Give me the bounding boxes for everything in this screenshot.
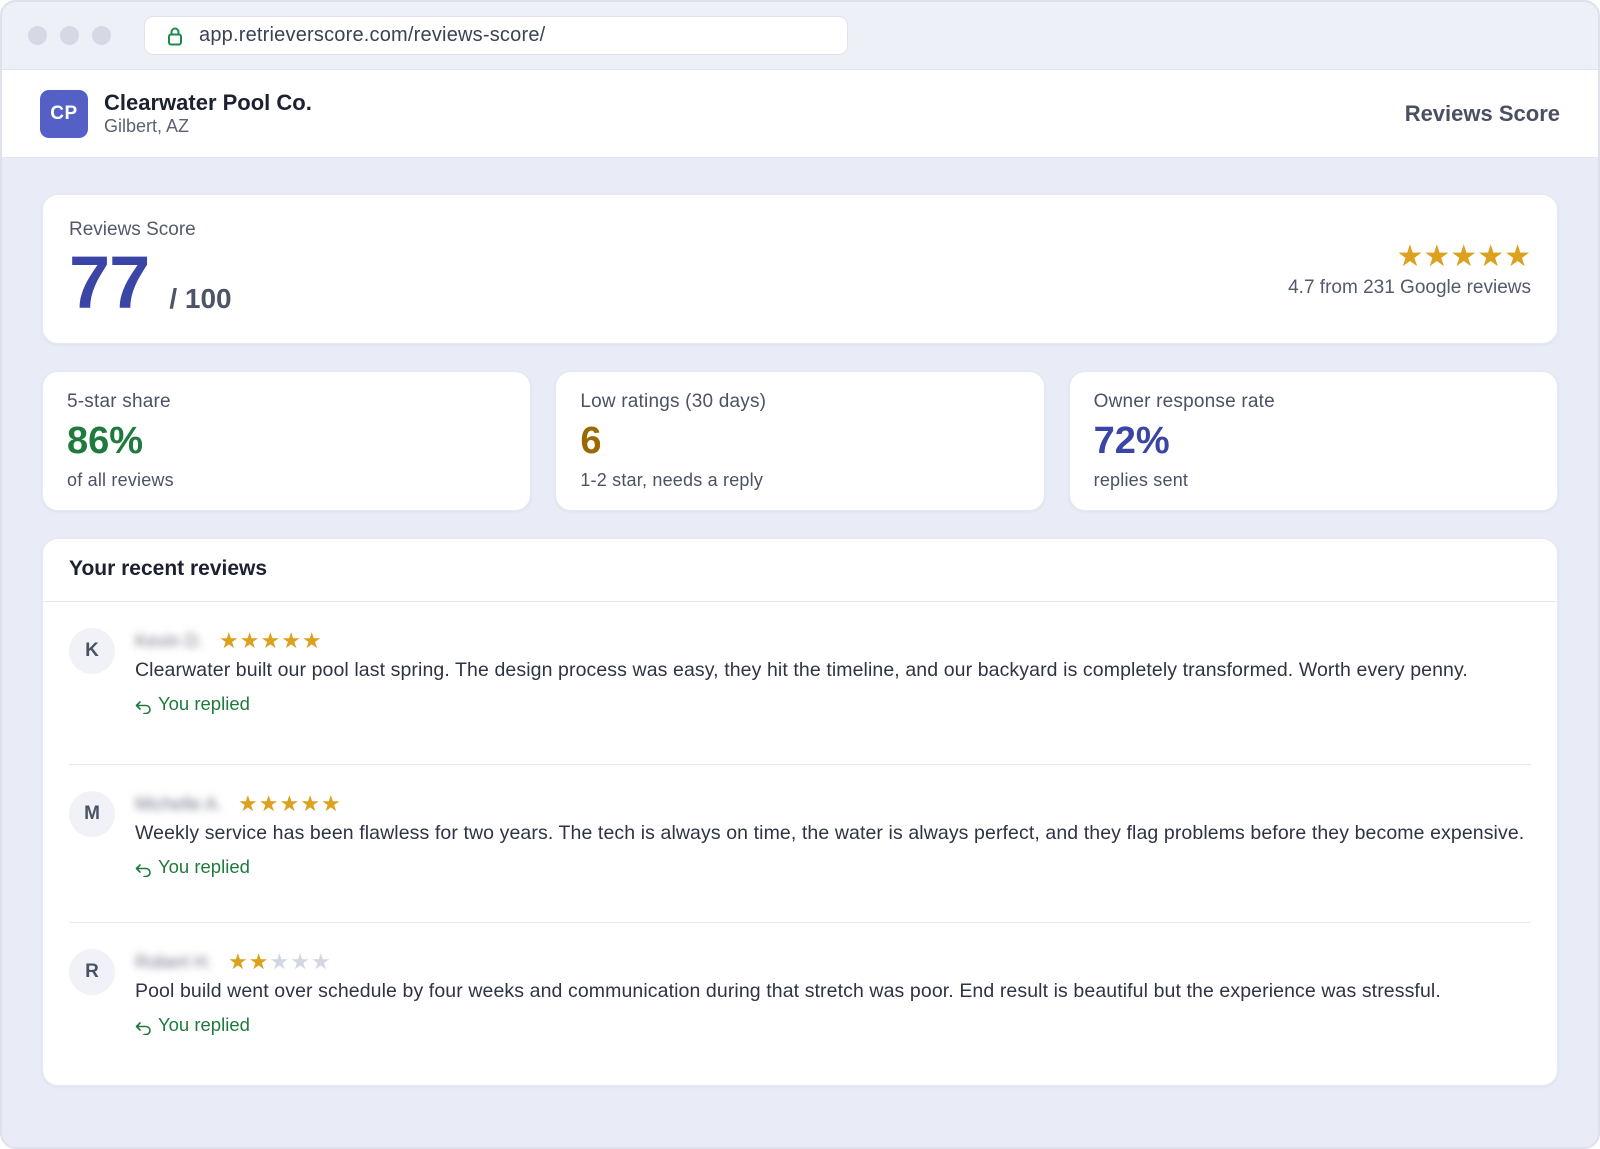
kpi-subtext: replies sent xyxy=(1093,470,1189,490)
review-header: Kevin D. ★★★★★ xyxy=(135,628,1531,654)
replied-status[interactable]: You replied xyxy=(135,692,1531,716)
browser-toolbar: app.retrieverscore.com/reviews-score/ xyxy=(2,2,1598,70)
browser-window: app.retrieverscore.com/reviews-score/ CP… xyxy=(0,0,1600,1149)
window-maximize-dot[interactable] xyxy=(92,26,111,45)
kpi-label: Low ratings (30 days) xyxy=(580,391,767,412)
reviewer-avatar: K xyxy=(69,628,115,674)
reviewer-name: Kevin D. xyxy=(135,630,204,651)
kpi-value: 6 xyxy=(580,420,602,462)
kpi-low-ratings: Low ratings (30 days) 6 1-2 star, needs … xyxy=(555,371,1045,511)
address-bar[interactable]: app.retrieverscore.com/reviews-score/ xyxy=(144,16,848,55)
replied-status[interactable]: You replied xyxy=(135,1013,1531,1037)
replied-label: You replied xyxy=(158,856,250,877)
reply-arrow-icon xyxy=(135,697,152,715)
business-brand: CP Clearwater Pool Co. Gilbert, AZ xyxy=(40,89,312,138)
kpi-five-star-share: 5-star share 86% of all reviews xyxy=(42,371,532,511)
kpi-value: 72% xyxy=(1093,420,1170,462)
kpi-row: 5-star share 86% of all reviews Low rati… xyxy=(42,371,1558,511)
rating-summary: 4.7 from 231 Google reviews xyxy=(1288,277,1531,298)
google-rating: ★★★★★ 4.7 from 231 Google reviews xyxy=(1288,241,1531,299)
main-content: Reviews Score 77 / 100 ★★★★★ 4.7 from 23… xyxy=(2,158,1598,1086)
review-stars-icon: ★★★★★ xyxy=(219,628,323,653)
recent-reviews-title: Your recent reviews xyxy=(43,539,1557,602)
kpi-label: Owner response rate xyxy=(1093,391,1275,412)
review-text: Pool build went over schedule by four we… xyxy=(135,980,1441,1002)
replied-status[interactable]: You replied xyxy=(135,855,1531,879)
reviewer-name: Michelle A. xyxy=(135,793,223,814)
score-card: Reviews Score 77 / 100 ★★★★★ 4.7 from 23… xyxy=(42,194,1558,344)
review-header: Robert H. ★★★★★ xyxy=(135,949,1531,975)
business-logo: CP xyxy=(40,89,88,138)
window-close-dot[interactable] xyxy=(28,26,47,45)
review-body: Robert H. ★★★★★ Pool build went over sch… xyxy=(135,949,1531,1037)
score-value: 77 xyxy=(69,241,150,324)
business-location: Gilbert, AZ xyxy=(104,116,190,136)
reviewer-name: Robert H. xyxy=(135,951,213,972)
reply-arrow-icon xyxy=(135,860,152,878)
kpi-value: 86% xyxy=(67,420,144,462)
review-body: Michelle A. ★★★★★ Weekly service has bee… xyxy=(135,791,1531,922)
reviewer-avatar: R xyxy=(69,949,115,995)
replied-label: You replied xyxy=(158,693,250,714)
window-minimize-dot[interactable] xyxy=(60,26,79,45)
page-title: Reviews Score xyxy=(1404,100,1560,126)
score-max: / 100 xyxy=(169,283,232,314)
lock-icon xyxy=(167,26,183,46)
replied-label: You replied xyxy=(158,1014,250,1035)
review-item: M Michelle A. ★★★★★ Weekly service has b… xyxy=(69,765,1531,923)
rating-stars-icon: ★★★★★ xyxy=(1396,240,1531,273)
review-stars-icon: ★★★★★ xyxy=(228,949,332,974)
business-name: Clearwater Pool Co. xyxy=(104,90,312,115)
kpi-subtext: of all reviews xyxy=(67,470,174,490)
score-label: Reviews Score xyxy=(69,219,196,240)
kpi-label: 5-star share xyxy=(67,391,171,412)
reply-arrow-icon xyxy=(135,1018,152,1036)
app-header: CP Clearwater Pool Co. Gilbert, AZ Revie… xyxy=(2,70,1598,158)
review-item: K Kevin D. ★★★★★ Clearwater built our po… xyxy=(69,602,1531,765)
kpi-subtext: 1-2 star, needs a reply xyxy=(580,470,764,490)
review-text: Clearwater built our pool last spring. T… xyxy=(135,659,1468,681)
review-text: Weekly service has been flawless for two… xyxy=(135,822,1525,844)
review-item: R Robert H. ★★★★★ Pool build went over s… xyxy=(69,923,1531,1037)
url-text: app.retrieverscore.com/reviews-score/ xyxy=(199,24,546,46)
review-body: Kevin D. ★★★★★ Clearwater built our pool… xyxy=(135,628,1531,764)
review-stars-icon: ★★★★★ xyxy=(238,791,342,816)
kpi-owner-response-rate: Owner response rate 72% replies sent xyxy=(1068,371,1558,511)
recent-reviews-card: Your recent reviews K Kevin D. ★★★★★ Cle… xyxy=(42,538,1558,1086)
review-header: Michelle A. ★★★★★ xyxy=(135,791,1531,817)
reviewer-avatar: M xyxy=(69,791,115,837)
